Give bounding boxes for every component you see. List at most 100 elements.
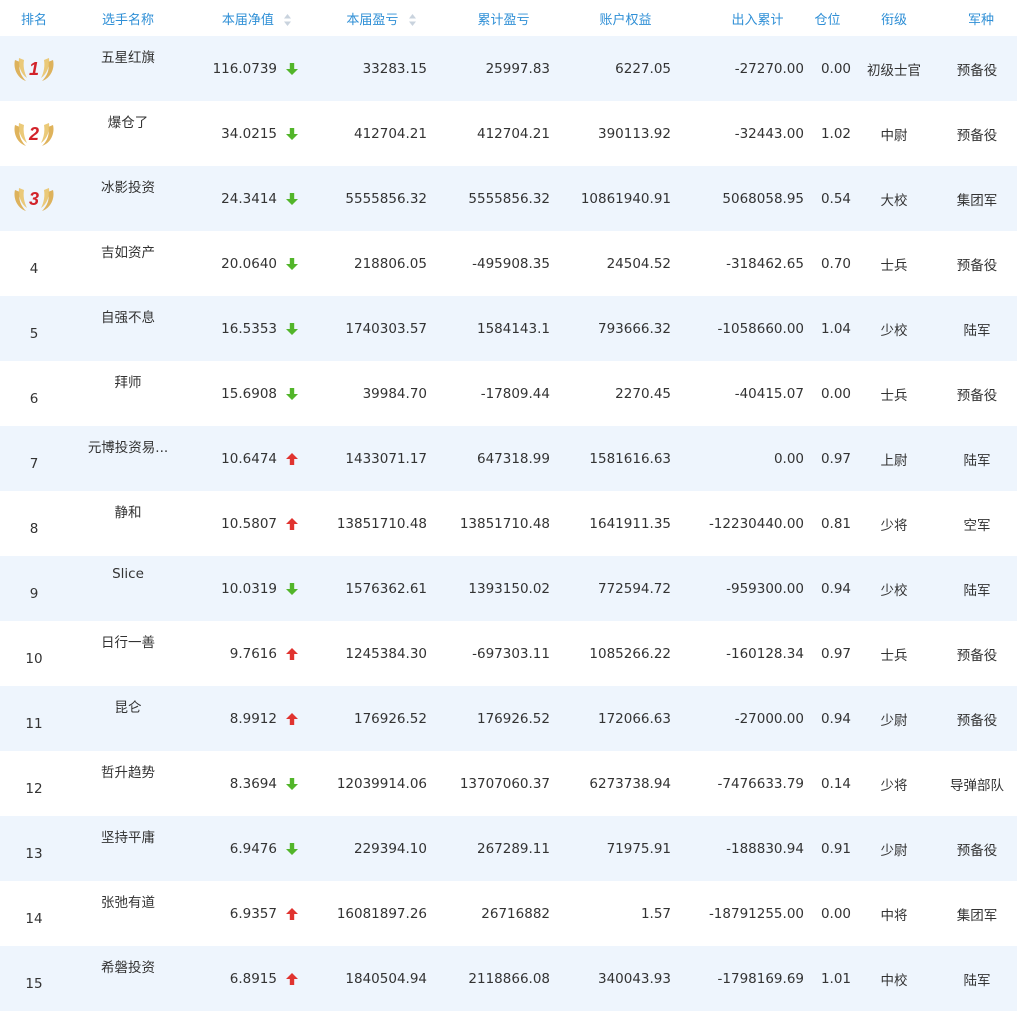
cum-pnl-cell: -697303.11 [472, 645, 550, 662]
header-pnl-sort[interactable]: 本届盈亏 [305, 0, 427, 36]
player-name-cell[interactable]: Slice [68, 556, 188, 621]
player-name-cell[interactable]: 冰影投资 [68, 166, 188, 231]
player-name[interactable]: 日行一善 [101, 631, 155, 651]
nav-value: 24.3414 [221, 190, 277, 207]
player-name[interactable]: 吉如资产 [101, 241, 155, 261]
player-name[interactable]: 静和 [115, 501, 142, 521]
table-row: 9 Slice 10.0319 1576362.61 1393150.02 772594.… [0, 556, 1017, 621]
table-row: 7 元博投资易... 10.6474 1433071.17 647318.99 15816… [0, 426, 1017, 491]
inout-cell: -959300.00 [726, 580, 804, 597]
header-cum-pnl: 累计盈亏 [427, 0, 550, 36]
nav-value: 8.9912 [229, 710, 277, 727]
table-row: 33 冰影投资 24.3414 5555856.32 5555856.32 1086194… [0, 166, 1017, 231]
player-name-cell[interactable]: 张弛有道 [68, 881, 188, 946]
nav-cell: 6.8915 [188, 946, 305, 1011]
player-name[interactable]: 爆仓了 [108, 111, 149, 131]
player-name-cell[interactable]: 坚持平庸 [68, 816, 188, 881]
player-name[interactable]: 拜师 [115, 371, 142, 391]
nav-cell: 6.9357 [188, 881, 305, 946]
equity-cell: 1641911.35 [589, 515, 671, 532]
pnl-cell: 218806.05 [353, 255, 427, 272]
player-name-cell[interactable]: 爆仓了 [68, 101, 188, 166]
trend-down-icon [286, 322, 298, 335]
rank-value: 11 [25, 715, 43, 732]
trend-down-icon [286, 62, 298, 75]
title-cell: 士兵 [880, 647, 908, 664]
nav-value: 20.0640 [221, 255, 277, 272]
table-row: 5 自强不息 16.5353 1740303.57 1584143.1 793666.32… [0, 296, 1017, 361]
pnl-cell: 33283.15 [362, 60, 427, 77]
title-cell: 少将 [880, 517, 908, 534]
player-name[interactable]: 自强不息 [101, 306, 155, 326]
player-name-cell[interactable]: 元博投资易... [68, 426, 188, 491]
player-name[interactable]: 冰影投资 [101, 176, 155, 196]
player-name-cell[interactable]: 哲升趋势 [68, 751, 188, 816]
title-cell: 少校 [880, 322, 908, 339]
pnl-cell: 176926.52 [353, 710, 427, 727]
player-name[interactable]: 坚持平庸 [101, 826, 155, 846]
pnl-cell: 13851710.48 [336, 515, 427, 532]
pnl-cell: 12039914.06 [336, 775, 427, 792]
player-name-cell[interactable]: 昆仑 [68, 686, 188, 751]
cum-pnl-cell: 267289.11 [476, 840, 550, 857]
rank-cell: 9 [0, 556, 68, 621]
branch-cell: 预备役 [956, 257, 998, 274]
sort-arrows-icon[interactable] [284, 14, 292, 26]
table-row: 11 昆仑 8.9912 176926.52 176926.52 172066.63 -27… [0, 686, 1017, 751]
player-name-cell[interactable]: 自强不息 [68, 296, 188, 361]
cum-pnl-cell: 2118866.08 [468, 970, 550, 987]
nav-value: 10.5807 [221, 515, 277, 532]
nav-value: 116.0739 [212, 60, 277, 77]
player-name-cell[interactable]: 希磐投资 [68, 946, 188, 1011]
rank-cell: 12 [0, 751, 68, 816]
player-name[interactable]: 希磐投资 [101, 956, 155, 976]
rank-value: 7 [29, 455, 39, 472]
rank-value: 13 [25, 845, 43, 862]
player-name[interactable]: 昆仑 [115, 696, 142, 716]
nav-value: 6.9476 [229, 840, 277, 857]
inout-cell: -18791255.00 [708, 905, 804, 922]
branch-cell: 预备役 [956, 387, 998, 404]
pnl-cell: 1840504.94 [345, 970, 427, 987]
rank-cell: 15 [0, 946, 68, 1011]
player-name[interactable]: 元博投资易... [88, 436, 168, 456]
title-cell: 士兵 [880, 257, 908, 274]
header-nav-sort[interactable]: 本届净值 [188, 0, 305, 36]
rank-cell: 13 [0, 816, 68, 881]
nav-value: 10.0319 [221, 580, 277, 597]
title-cell: 中尉 [880, 127, 908, 144]
trend-up-icon [286, 452, 298, 465]
player-name-cell[interactable]: 日行一善 [68, 621, 188, 686]
branch-cell: 集团军 [956, 907, 998, 924]
title-cell: 中校 [880, 972, 908, 989]
header-position: 仓位 [804, 0, 851, 36]
sort-arrows-icon[interactable] [408, 14, 416, 26]
rank-cell: 11 [0, 36, 68, 101]
title-cell: 士兵 [880, 387, 908, 404]
header-rank: 排名 [0, 0, 68, 36]
player-name-cell[interactable]: 拜师 [68, 361, 188, 426]
trend-up-icon [286, 647, 298, 660]
position-cell: 0.81 [820, 515, 851, 532]
branch-cell: 陆军 [963, 452, 991, 469]
rank-cell: 14 [0, 881, 68, 946]
player-name[interactable]: 五星红旗 [101, 46, 155, 66]
nav-value: 6.8915 [229, 970, 277, 987]
branch-cell: 预备役 [956, 647, 998, 664]
branch-cell: 预备役 [956, 127, 998, 144]
equity-cell: 172066.63 [597, 710, 671, 727]
title-cell: 少尉 [880, 712, 908, 729]
player-name-cell[interactable]: 静和 [68, 491, 188, 556]
header-title: 衔级 [851, 0, 937, 36]
equity-cell: 24504.52 [606, 255, 671, 272]
rank-medal-icon: 3 [14, 187, 54, 211]
player-name[interactable]: 哲升趋势 [101, 761, 155, 781]
branch-cell: 导弹部队 [950, 777, 1004, 794]
player-name-cell[interactable]: 五星红旗 [68, 36, 188, 101]
player-name-cell[interactable]: 吉如资产 [68, 231, 188, 296]
player-name[interactable]: Slice [112, 566, 144, 582]
table-row: 4 吉如资产 20.0640 218806.05 -495908.35 24504.52 -… [0, 231, 1017, 296]
equity-cell: 71975.91 [606, 840, 671, 857]
branch-cell: 陆军 [963, 322, 991, 339]
player-name[interactable]: 张弛有道 [101, 891, 155, 911]
